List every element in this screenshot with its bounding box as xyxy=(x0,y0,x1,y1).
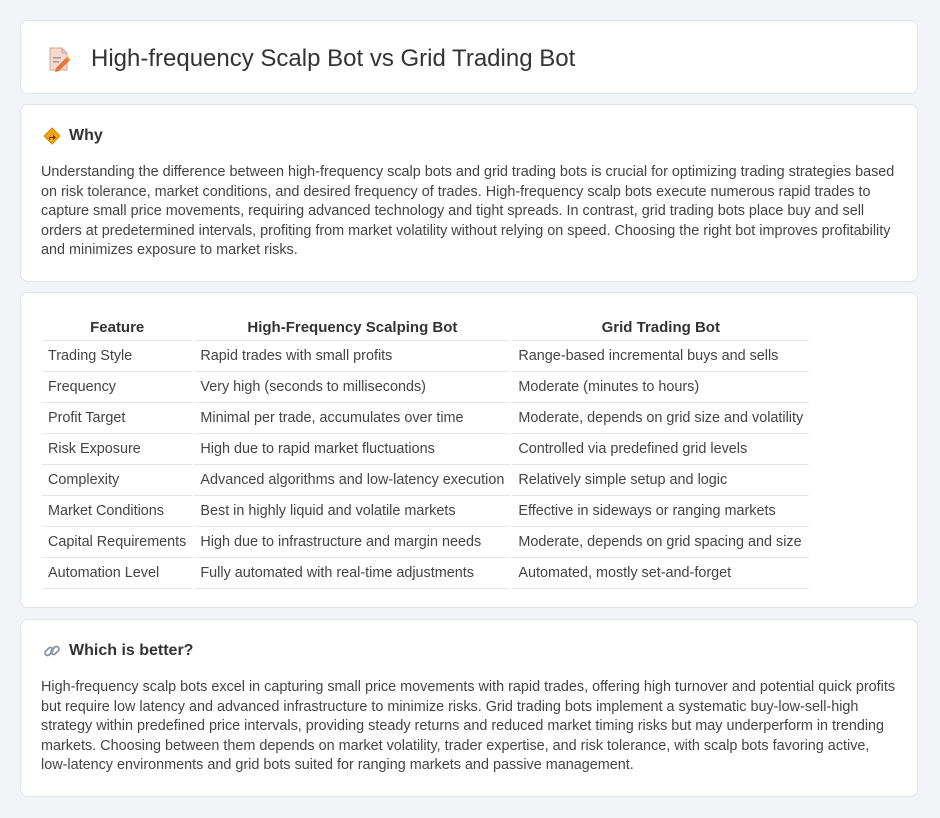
table-row: Automation Level Fully automated with re… xyxy=(42,557,810,589)
scalp-bot-cell: Best in highly liquid and volatile marke… xyxy=(192,495,512,527)
feature-cell: Capital Requirements xyxy=(42,526,194,558)
better-body: High-frequency scalp bots excel in captu… xyxy=(41,679,896,774)
table-row: Market Conditions Best in highly liquid … xyxy=(42,495,810,527)
link-icon xyxy=(44,645,60,657)
comparison-card: Feature High-Frequency Scalping Bot Grid… xyxy=(20,292,918,608)
table-row: Complexity Advanced algorithms and low-l… xyxy=(42,464,810,496)
table-header-row: Feature High-Frequency Scalping Bot Grid… xyxy=(42,316,810,341)
feature-cell: Complexity xyxy=(42,464,194,496)
which-is-better-card: Which is better? High-frequency scalp bo… xyxy=(20,619,918,797)
table-row: Risk Exposure High due to rapid market f… xyxy=(42,433,810,465)
scalp-bot-cell: Very high (seconds to milliseconds) xyxy=(192,371,512,403)
column-header: High-Frequency Scalping Bot xyxy=(192,316,512,341)
scalp-bot-cell: High due to infrastructure and margin ne… xyxy=(192,526,512,558)
better-header: Which is better? xyxy=(43,642,193,660)
grid-bot-cell: Automated, mostly set-and-forget xyxy=(510,557,810,589)
feature-cell: Profit Target xyxy=(42,402,194,434)
scalp-bot-cell: Rapid trades with small profits xyxy=(192,340,512,372)
scalp-bot-cell: High due to rapid market fluctuations xyxy=(192,433,512,465)
table-row: Frequency Very high (seconds to millisec… xyxy=(42,371,810,403)
grid-bot-cell: Moderate, depends on grid spacing and si… xyxy=(510,526,810,558)
scalp-bot-cell: Fully automated with real-time adjustmen… xyxy=(192,557,512,589)
title-card: High-frequency Scalp Bot vs Grid Trading… xyxy=(20,20,918,94)
diamond-sign-icon xyxy=(43,127,61,145)
document-edit-icon xyxy=(49,47,71,72)
table-row: Trading Style Rapid trades with small pr… xyxy=(42,340,810,372)
why-card: Why Understanding the difference between… xyxy=(20,104,918,282)
grid-bot-cell: Effective in sideways or ranging markets xyxy=(510,495,810,527)
grid-bot-cell: Controlled via predefined grid levels xyxy=(510,433,810,465)
page-title: High-frequency Scalp Bot vs Grid Trading… xyxy=(91,45,576,72)
title-row: High-frequency Scalp Bot vs Grid Trading… xyxy=(47,45,575,73)
scalp-bot-cell: Advanced algorithms and low-latency exec… xyxy=(192,464,512,496)
column-header: Grid Trading Bot xyxy=(510,316,810,341)
better-heading: Which is better? xyxy=(69,642,194,659)
feature-cell: Risk Exposure xyxy=(42,433,194,465)
table-row: Capital Requirements High due to infrast… xyxy=(42,526,810,558)
why-header: Why xyxy=(43,127,103,145)
column-header: Feature xyxy=(42,316,194,341)
feature-cell: Automation Level xyxy=(42,557,194,589)
comparison-table: Feature High-Frequency Scalping Bot Grid… xyxy=(42,316,810,589)
table-row: Profit Target Minimal per trade, accumul… xyxy=(42,402,810,434)
feature-cell: Frequency xyxy=(42,371,194,403)
grid-bot-cell: Moderate (minutes to hours) xyxy=(510,371,810,403)
grid-bot-cell: Relatively simple setup and logic xyxy=(510,464,810,496)
feature-cell: Trading Style xyxy=(42,340,194,372)
grid-bot-cell: Range-based incremental buys and sells xyxy=(510,340,810,372)
scalp-bot-cell: Minimal per trade, accumulates over time xyxy=(192,402,512,434)
feature-cell: Market Conditions xyxy=(42,495,194,527)
why-heading: Why xyxy=(69,127,103,144)
grid-bot-cell: Moderate, depends on grid size and volat… xyxy=(510,402,810,434)
why-body: Understanding the difference between hig… xyxy=(41,164,895,259)
